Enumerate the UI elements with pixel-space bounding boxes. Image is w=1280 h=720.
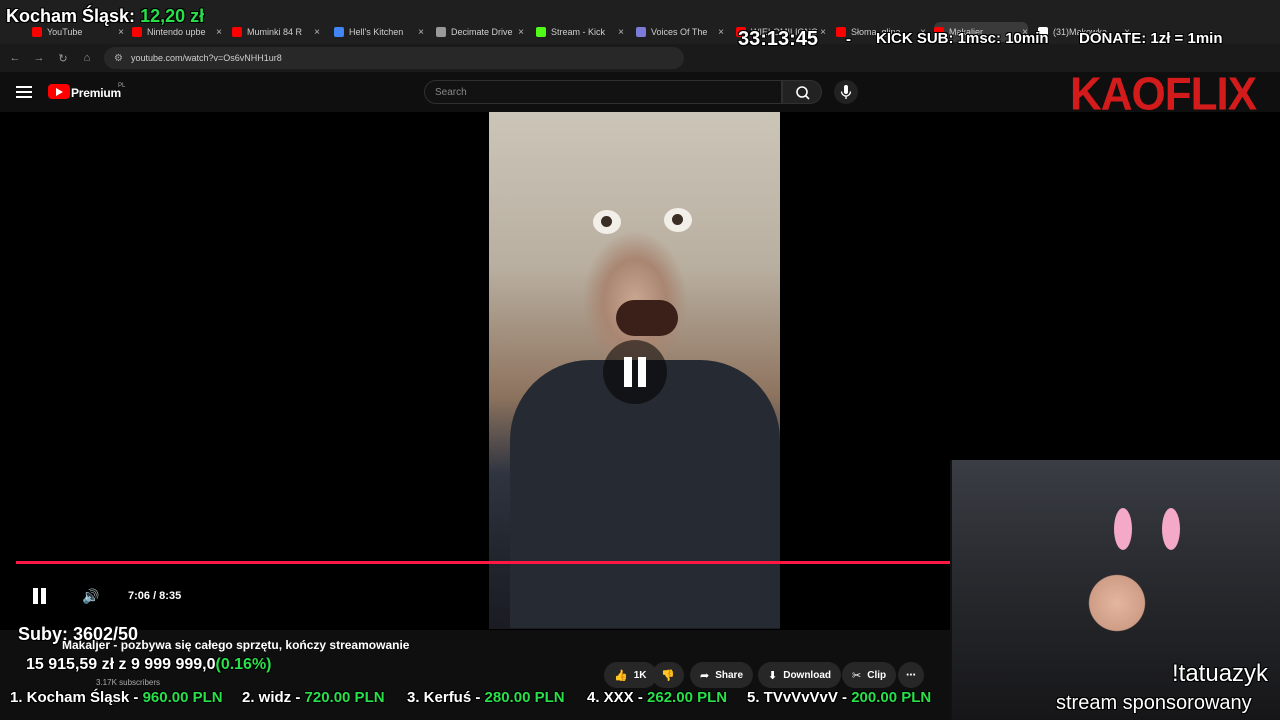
tab-favicon-icon [334, 27, 344, 37]
top-donor-overlay: Kocham Śląsk: 12,20 zł [6, 6, 205, 26]
search-placeholder: Search [435, 86, 467, 98]
download-icon: ⬇ [768, 669, 778, 682]
site-info-icon[interactable]: ⚙ [114, 53, 123, 64]
search-icon [796, 86, 810, 100]
dislike-button[interactable]: 👎 [652, 662, 684, 688]
url-text: youtube.com/watch?v=Os6vNHH1ur8 [130, 53, 282, 63]
more-actions-button[interactable]: ⋯ [898, 662, 924, 688]
tab-favicon-icon [32, 27, 42, 37]
browser-tab[interactable]: Stream - Kick × [536, 22, 624, 42]
browser-tab[interactable]: Hell's Kitchen × [334, 22, 424, 42]
region-code: PL [118, 83, 126, 89]
time-display: 7:06 / 8:35 [128, 590, 182, 602]
close-tab-icon[interactable]: × [118, 27, 124, 38]
donation-goal: 15 915,59 zł z 9 999 999,0(0.16%) [26, 656, 272, 673]
back-icon[interactable]: ← [6, 49, 24, 67]
tab-favicon-icon [536, 27, 546, 37]
tab-label: Voices Of The [651, 27, 708, 37]
subscriber-count: 3.17K subscribers [96, 678, 161, 687]
browser-tab[interactable]: Decimate Drive × [436, 22, 524, 42]
scissors-icon: ✂ [852, 669, 862, 682]
leaderboard-entry: 5. TVvVvVvV - 200.00 PLN [747, 689, 932, 706]
like-button[interactable]: 👍 1K [604, 662, 657, 688]
video-subject-mouth [616, 300, 678, 336]
download-button[interactable]: ⬇ Download [758, 662, 841, 688]
volume-icon[interactable]: 🔊 [82, 588, 99, 605]
chat-command-label: !tatuazyk [1172, 660, 1269, 687]
tab-favicon-icon [436, 27, 446, 37]
center-pause-icon[interactable] [603, 340, 667, 404]
bunny-ears-headset [1100, 508, 1195, 550]
leaderboard-entry: 4. XXX - 262.00 PLN [587, 689, 728, 706]
sub-counter: Suby: 3602/50 [18, 624, 139, 644]
close-tab-icon[interactable]: × [216, 27, 222, 38]
close-tab-icon[interactable]: × [718, 27, 724, 38]
clip-button[interactable]: ✂ Clip [842, 662, 897, 688]
leaderboard-entry: 1. Kocham Śląsk - 960.00 PLN [10, 689, 223, 706]
tab-favicon-icon [636, 27, 646, 37]
reload-icon[interactable]: ↻ [54, 49, 72, 67]
home-icon[interactable]: ⌂ [78, 49, 96, 67]
voice-search-button[interactable] [834, 80, 858, 104]
thumbs-up-icon: 👍 [614, 669, 628, 682]
tab-label: Hell's Kitchen [349, 27, 404, 37]
donate-rate: DONATE: 1zł = 1min [1079, 30, 1223, 47]
close-tab-icon[interactable]: × [418, 27, 424, 38]
more-icon: ⋯ [906, 669, 916, 681]
tab-favicon-icon [132, 27, 142, 37]
streamer-brand-logo: KAOFLIX [1070, 68, 1257, 121]
leaderboard-entry: 3. Kerfuś - 280.00 PLN [407, 689, 565, 706]
tab-favicon-icon [836, 27, 846, 37]
forward-icon[interactable]: → [30, 49, 48, 67]
thumbs-down-icon: 👎 [661, 669, 675, 682]
tab-label: Stream - Kick [551, 27, 606, 37]
kick-sub-rate: KICK SUB: 1msc: 10min [876, 30, 1049, 47]
microphone-icon [840, 85, 852, 99]
search-input[interactable]: Search [424, 80, 782, 104]
stream-timer: 33:13:45 [738, 28, 819, 50]
tab-label: Nintendo upbe [147, 27, 206, 37]
close-tab-icon[interactable]: × [820, 27, 826, 38]
tab-favicon-icon [232, 27, 242, 37]
share-icon: ➦ [700, 669, 710, 682]
tab-label: YouTube [47, 27, 83, 37]
video-subject-eye [593, 210, 621, 234]
menu-icon[interactable] [16, 86, 32, 98]
pause-button[interactable] [32, 588, 48, 604]
leaderboard-entry: 2. widz - 720.00 PLN [242, 689, 385, 706]
sponsor-label: stream sponsorowany [1056, 692, 1252, 714]
close-tab-icon[interactable]: × [314, 27, 320, 38]
youtube-logo-icon[interactable] [48, 84, 70, 99]
tab-label: Decimate Drive [451, 27, 513, 37]
search-button[interactable] [782, 80, 822, 104]
browser-tab[interactable]: Voices Of The × [636, 22, 724, 42]
url-input[interactable]: ⚙ youtube.com/watch?v=Os6vNHH1ur8 [104, 47, 684, 69]
overlay-separator: - [846, 31, 851, 48]
tab-label: Muminki 84 R [247, 27, 303, 37]
close-tab-icon[interactable]: × [518, 27, 524, 38]
video-subject-eye [664, 208, 692, 232]
browser-tab[interactable]: Muminki 84 R × [232, 22, 320, 42]
share-button[interactable]: ➦ Share [690, 662, 754, 688]
youtube-brand[interactable]: Premium [71, 86, 121, 100]
close-tab-icon[interactable]: × [618, 27, 624, 38]
video-progress-bar[interactable] [16, 561, 950, 564]
